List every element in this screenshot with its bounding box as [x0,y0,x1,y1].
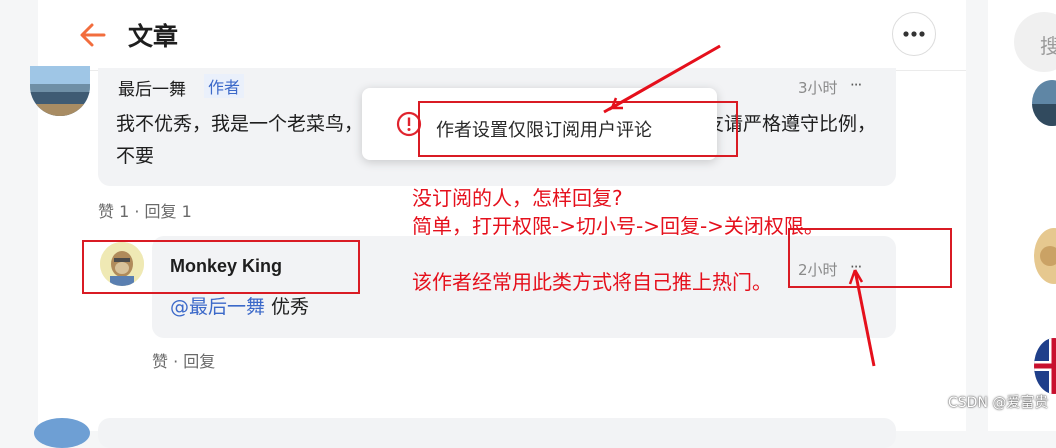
watermark: CSDN @爱富贵 [948,395,1049,411]
annotation-text: 没订阅的人，怎样回复? 简单，打开权限->切小号->回复->关闭权限。 该作者经… [412,186,824,294]
